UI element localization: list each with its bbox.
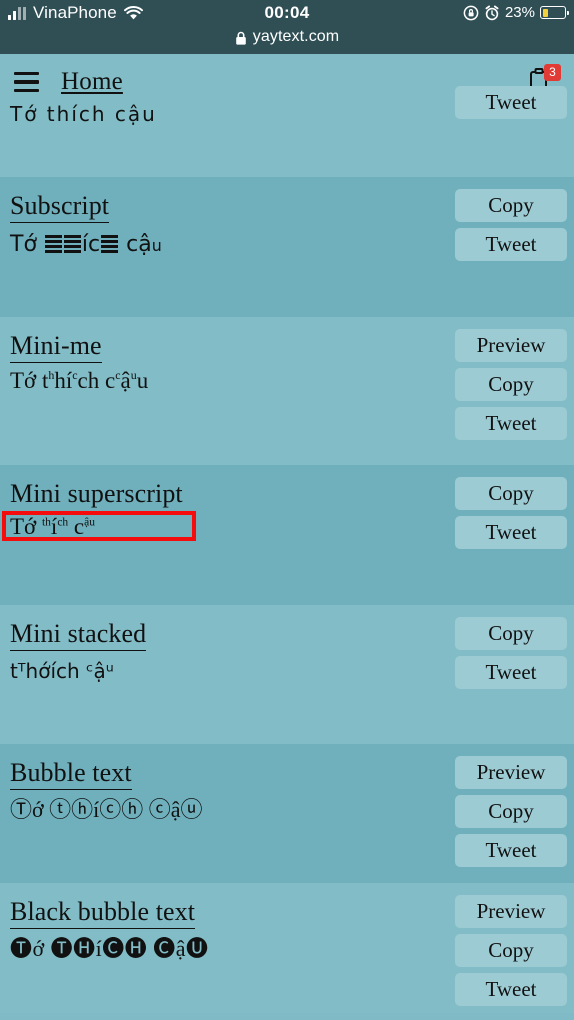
section-buttons: Tweet	[455, 86, 567, 119]
tofu-glyph	[44, 235, 62, 256]
copy-button[interactable]: Copy	[455, 189, 567, 222]
rotation-lock-icon	[463, 5, 479, 20]
sample-mid: íc	[81, 232, 101, 258]
sample-small: u	[151, 236, 162, 256]
section-buttons: Preview Copy Tweet	[455, 895, 567, 1006]
tweet-button[interactable]: Tweet	[455, 228, 567, 261]
clipboard-badge: 3	[544, 64, 561, 81]
section-title: Mini superscript	[10, 479, 183, 508]
browser-url-bar[interactable]: yaytext.com	[0, 28, 574, 54]
copy-button[interactable]: Copy	[455, 795, 567, 828]
section-buttons: Preview Copy Tweet	[455, 756, 567, 867]
preview-button[interactable]: Preview	[455, 329, 567, 362]
section-subscript: Subscript Tớ íc cậu Copy Tweet	[0, 177, 574, 317]
preview-button[interactable]: Preview	[455, 895, 567, 928]
section-mini-me: Mini-me Tớ thhícch ccậuu Preview Copy Tw…	[0, 317, 574, 465]
tofu-glyph	[101, 235, 119, 256]
section-title: Black bubble text	[10, 897, 196, 930]
sample-superscript: th	[41, 516, 51, 529]
section-buttons: Copy Tweet	[455, 477, 567, 549]
sample-part: Tớ	[10, 514, 42, 540]
section-title: Mini-me	[10, 331, 102, 364]
copy-button[interactable]: Copy	[455, 934, 567, 967]
sample-part: Tớ t	[10, 368, 49, 394]
lock-icon	[235, 31, 246, 45]
sample-superscript: ch	[57, 516, 69, 529]
sample-superscript: ậu	[84, 516, 95, 529]
copy-button[interactable]: Copy	[455, 617, 567, 650]
section-buttons: Copy Tweet	[455, 189, 567, 261]
section-buttons: Copy Tweet	[455, 617, 567, 689]
tweet-button[interactable]: Tweet	[455, 86, 567, 119]
section-title: Bubble text	[10, 758, 132, 791]
section-black-bubble-text: Black bubble text 🅣ớ 🅣🅗í🅒🅗 🅒ậ🅤 Preview C…	[0, 883, 574, 1013]
sample-part: u	[136, 368, 149, 394]
sample-prefix: Tớ	[10, 232, 44, 258]
copy-button[interactable]: Copy	[455, 368, 567, 401]
tweet-button[interactable]: Tweet	[455, 834, 567, 867]
section-buttons: Preview Copy Tweet	[455, 329, 567, 440]
tweet-button[interactable]: Tweet	[455, 516, 567, 549]
sample-part: c	[99, 368, 116, 394]
status-bar-right: 23%	[463, 4, 569, 21]
tofu-glyph	[63, 235, 81, 256]
copy-button[interactable]: Copy	[455, 477, 567, 510]
sample-suffix: cậ	[119, 232, 152, 258]
tweet-button[interactable]: Tweet	[455, 656, 567, 689]
section-mini-superscript: Mini superscript Tớ thích cậu Copy Tweet	[0, 465, 574, 605]
section-bubble-text: Bubble text Ⓣớ ⓣⓗíⓒⓗ ⓒậⓤ Preview Copy Tw…	[0, 744, 574, 883]
tweet-button[interactable]: Tweet	[455, 407, 567, 440]
tweet-button[interactable]: Tweet	[455, 973, 567, 1006]
status-bar: VinaPhone 00:04 23% yaytext.com	[0, 0, 574, 54]
nav-home-link[interactable]: Home	[61, 68, 123, 96]
preview-button[interactable]: Preview	[455, 756, 567, 789]
hamburger-menu-icon[interactable]	[14, 71, 39, 93]
sample-part: ậ	[120, 368, 131, 394]
battery-icon	[540, 6, 569, 19]
sample-part: hí	[54, 368, 73, 394]
alarm-clock-icon	[485, 5, 499, 20]
section-title: Mini stacked	[10, 619, 147, 652]
battery-percent-label: 23%	[504, 4, 535, 21]
url-label: yaytext.com	[252, 28, 340, 45]
section-title: Subscript	[10, 191, 110, 224]
section-partial-top: Tớ thích cậu Tweet	[0, 86, 574, 177]
sample-part: ch	[77, 368, 100, 394]
section-mini-stacked: Mini stacked tᵀhớích ᶜậᵘ Copy Tweet	[0, 605, 574, 744]
status-bar-row-primary: VinaPhone 00:04 23%	[0, 0, 574, 28]
sample-part: c	[68, 514, 85, 540]
